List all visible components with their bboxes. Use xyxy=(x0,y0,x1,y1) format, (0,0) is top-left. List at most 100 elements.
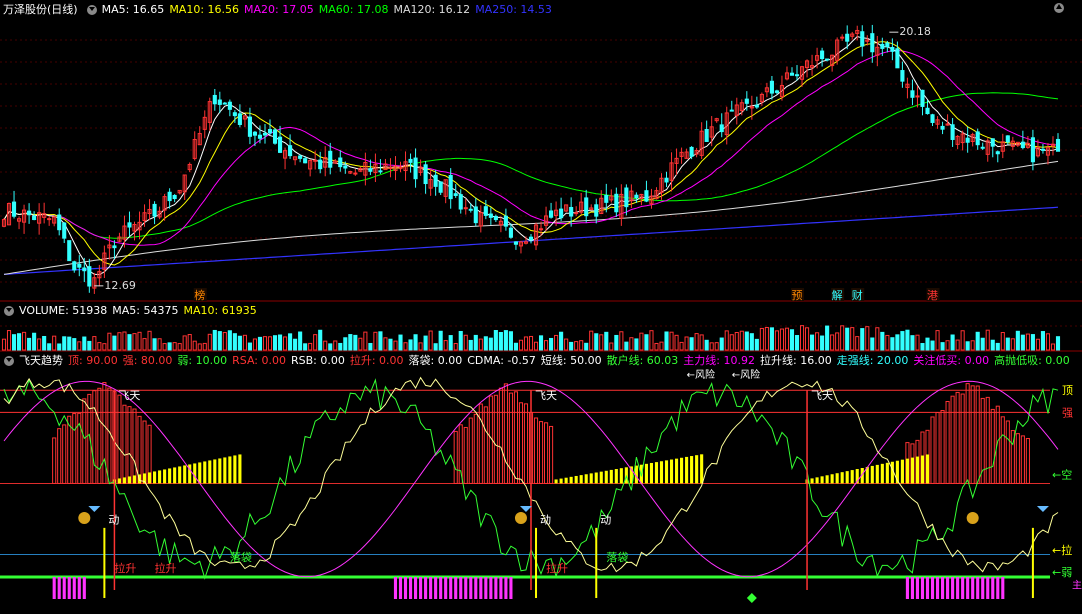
yellow-histogram-bar xyxy=(233,455,237,484)
volume-bar xyxy=(614,334,619,351)
red-histogram-bar xyxy=(985,396,990,484)
magenta-block xyxy=(469,577,473,599)
volume-bar xyxy=(639,332,644,351)
indicator-toggle-icon[interactable] xyxy=(4,356,14,366)
volume-bar xyxy=(1005,337,1010,351)
candle-body xyxy=(448,175,453,200)
indicator-legend-item-15: 高抛低吸: 0.00 xyxy=(994,354,1070,367)
maximize-icon[interactable] xyxy=(1054,3,1064,13)
volume-bar xyxy=(930,340,935,351)
volume-bar xyxy=(599,334,604,351)
candle-body xyxy=(62,222,67,239)
volume-bar xyxy=(533,341,539,351)
volume-bar xyxy=(804,327,810,351)
yellow-histogram-bar xyxy=(649,462,654,484)
yellow-histogram-bar xyxy=(183,465,187,484)
volume-bar xyxy=(789,329,795,351)
volume-bar xyxy=(694,333,699,351)
red-histogram-bar xyxy=(473,413,478,484)
volume-bar xyxy=(734,332,739,351)
green-diamond-icon xyxy=(746,593,757,603)
ma20-line xyxy=(3,49,1059,246)
candle-body xyxy=(950,124,955,140)
yellow-histogram-bar xyxy=(127,476,132,484)
volume-bar xyxy=(343,337,348,351)
indicator-legend-item-12: 拉升线: 16.00 xyxy=(760,354,832,367)
volume-bar xyxy=(117,332,122,351)
candle-body xyxy=(789,72,795,76)
magenta-block xyxy=(57,577,61,599)
lasheng-label-2: 拉升 xyxy=(546,561,568,575)
magenta-block xyxy=(454,577,458,599)
volume-bar xyxy=(985,329,990,351)
magenta-block xyxy=(976,577,980,599)
candle-body xyxy=(900,70,905,82)
volume-bar xyxy=(293,338,298,351)
indicator-legend-item-3: 弱: 10.00 xyxy=(177,354,228,367)
indicator-legend-item-14: 关注低买: 0.00 xyxy=(913,354,990,367)
magenta-block xyxy=(991,577,995,599)
volume-bar xyxy=(965,341,970,351)
red-histogram-bar xyxy=(960,393,965,484)
volume-bar xyxy=(719,337,724,351)
volume-bar xyxy=(373,331,378,351)
candle-body xyxy=(845,33,850,42)
volume-bar xyxy=(624,341,629,351)
volume-bar xyxy=(709,342,714,351)
candle-body xyxy=(353,172,358,175)
volume-bar xyxy=(172,342,177,351)
red-histogram-bar xyxy=(117,394,122,484)
candle-body xyxy=(980,146,985,149)
volume-bar xyxy=(940,342,945,351)
ma-legend-item-2: MA20: 17.05 xyxy=(244,3,314,16)
volume-bar xyxy=(488,337,493,351)
yellow-histogram-bar xyxy=(198,462,202,484)
volume-bar xyxy=(724,330,729,351)
candle-body xyxy=(549,210,554,218)
magenta-block xyxy=(479,577,483,599)
candle-body xyxy=(910,90,915,98)
volume-bar xyxy=(815,332,820,351)
luodai-label-0: 落袋 xyxy=(230,550,252,564)
candle-body xyxy=(483,206,488,216)
volume-bar xyxy=(604,331,609,351)
volume-bar xyxy=(308,342,313,351)
candle-body xyxy=(890,46,895,52)
candle-body xyxy=(32,215,37,221)
volume-bar xyxy=(594,333,599,351)
candle-body xyxy=(820,50,825,60)
magenta-block xyxy=(464,577,468,599)
candle-body xyxy=(990,138,995,147)
yellow-histogram-bar xyxy=(680,457,684,484)
magenta-block xyxy=(408,577,413,599)
red-histogram-bar xyxy=(549,425,554,484)
volume-toggle-icon[interactable] xyxy=(4,306,14,316)
volume-bar xyxy=(242,334,247,351)
volume-bar xyxy=(498,332,503,351)
volume-bar xyxy=(433,343,438,351)
yellow-histogram-bar xyxy=(153,471,157,484)
volume-bar xyxy=(378,331,383,351)
red-histogram-bar xyxy=(137,415,142,484)
yellow-histogram-bar xyxy=(810,478,814,484)
toggle-dropdown-icon[interactable] xyxy=(86,5,97,15)
volume-bar xyxy=(22,331,27,351)
yellow-histogram-bar xyxy=(669,459,674,484)
volume-bar xyxy=(659,341,664,351)
volume-bar xyxy=(102,343,107,351)
volume-bar xyxy=(182,335,187,351)
volume-bar xyxy=(42,335,47,351)
candle-body xyxy=(870,33,875,53)
volume-bar xyxy=(112,335,117,351)
ma-legend-item-0: MA5: 16.65 xyxy=(101,3,165,16)
volume-bar xyxy=(1010,338,1015,351)
yellow-histogram-bar xyxy=(574,475,578,484)
yellow-histogram-bar xyxy=(830,474,834,484)
volume-bar xyxy=(855,336,860,351)
magenta-block xyxy=(398,577,403,599)
indicator-legend-item-10: 散户线: 60.03 xyxy=(606,354,679,367)
volume-bar xyxy=(799,325,805,351)
candle-body xyxy=(624,187,629,208)
candle-body xyxy=(298,155,303,159)
indicator-legend-item-13: 走强线: 20.00 xyxy=(836,354,909,367)
